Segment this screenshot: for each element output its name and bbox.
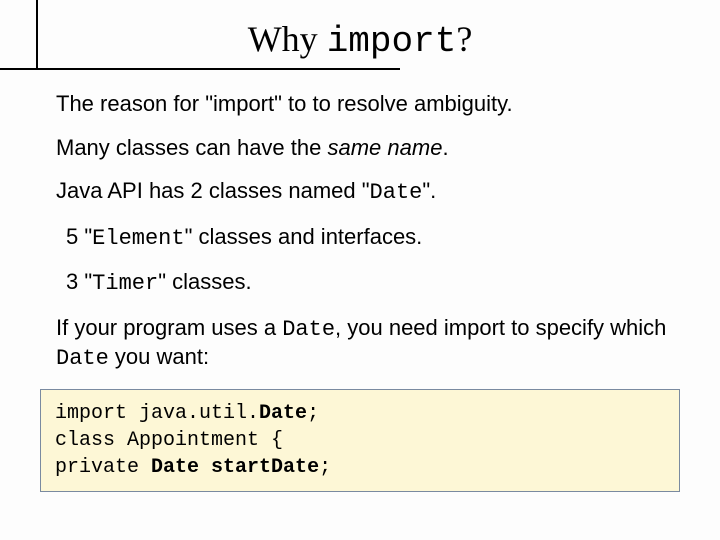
title-wrap: Why import?	[0, 0, 720, 62]
code-line-3: private Date startDate;	[55, 456, 331, 479]
line-2-post: .	[442, 135, 448, 160]
code-line-2: class Appointment {	[55, 429, 283, 452]
title-rule	[0, 68, 400, 70]
line-4-code: Element	[92, 226, 184, 251]
title-text-post: ?	[456, 19, 472, 59]
title-code: import	[327, 21, 457, 62]
line-5-pre: 3 "	[66, 269, 92, 294]
line-2-pre: Many classes can have the	[56, 135, 327, 160]
code-3b: Date	[151, 456, 199, 479]
line-1-text: The reason for "import" to to resolve am…	[56, 91, 513, 116]
line-6-code: Date	[282, 317, 335, 342]
body: The reason for "import" to to resolve am…	[0, 62, 720, 373]
line-4-pre: 5 "	[66, 224, 92, 249]
line-4: 5 "Element" classes and interfaces.	[56, 223, 670, 253]
line-6-post: you want:	[109, 344, 209, 369]
line-3-post: ".	[422, 178, 436, 203]
line-1: The reason for "import" to to resolve am…	[56, 90, 670, 118]
code-3c	[199, 456, 211, 479]
code-1b: Date	[259, 402, 307, 425]
line-5: 3 "Timer" classes.	[56, 268, 670, 298]
line-6-pre: If your program uses a	[56, 315, 282, 340]
line-5-post: " classes.	[158, 269, 251, 294]
line-3: Java API has 2 classes named "Date".	[56, 177, 670, 207]
code-3e: ;	[319, 456, 331, 479]
line-3-pre: Java API has 2 classes named "	[56, 178, 370, 203]
line-2-em: same name	[327, 135, 442, 160]
code-block: import java.util.Date; class Appointment…	[40, 389, 680, 492]
code-1a: import java.util.	[55, 402, 259, 425]
code-3d: startDate	[211, 456, 319, 479]
slide-title: Why import?	[248, 19, 473, 59]
line-2: Many classes can have the same name.	[56, 134, 670, 162]
line-4-post: " classes and interfaces.	[185, 224, 423, 249]
code-3a: private	[55, 456, 151, 479]
line-3-code: Date	[370, 180, 423, 205]
line-6-mid: , you need import to specify which	[335, 315, 666, 340]
title-text-pre: Why	[248, 19, 327, 59]
line-6: If your program uses a Date, you need im…	[56, 314, 670, 373]
slide: Why import? The reason for "import" to t…	[0, 0, 720, 540]
line-5-code: Timer	[92, 271, 158, 296]
line-6-code2: Date	[56, 346, 109, 371]
code-line-1: import java.util.Date;	[55, 402, 319, 425]
code-1c: ;	[307, 402, 319, 425]
